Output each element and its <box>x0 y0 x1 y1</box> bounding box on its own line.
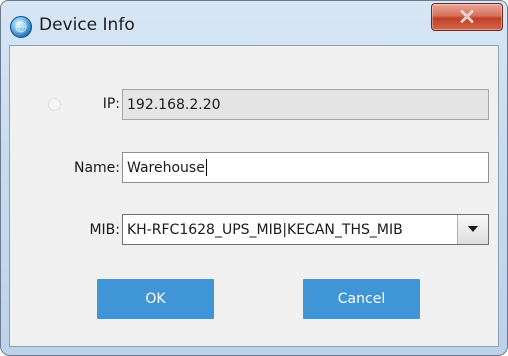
mib-label: MIB: <box>89 222 120 238</box>
mib-select[interactable]: KH-RFC1628_UPS_MIB|KECAN_THS_MIB <box>122 214 489 245</box>
dialog-body: IP: 192.168.2.20 Name: Warehouse MIB: KH… <box>9 45 499 347</box>
radio-icon <box>48 98 61 111</box>
title-bar[interactable]: Device Info <box>1 1 507 45</box>
chevron-down-icon <box>468 226 478 232</box>
app-globe-icon <box>10 16 32 38</box>
name-input[interactable]: Warehouse <box>122 152 489 183</box>
device-info-dialog: Device Info IP: 192.168.2.20 Name: Wareh… <box>0 0 508 356</box>
ip-field[interactable]: 192.168.2.20 <box>122 89 489 120</box>
dropdown-button[interactable] <box>457 215 488 244</box>
ip-label: IP: <box>102 96 120 112</box>
close-button[interactable] <box>431 3 503 31</box>
name-label: Name: <box>73 160 120 176</box>
name-value: Warehouse <box>127 159 205 176</box>
ip-value: 192.168.2.20 <box>127 96 221 113</box>
mib-value: KH-RFC1628_UPS_MIB|KECAN_THS_MIB <box>127 221 403 238</box>
close-icon <box>460 10 474 23</box>
window-title: Device Info <box>39 15 135 35</box>
text-caret <box>205 159 207 176</box>
cancel-button[interactable]: Cancel <box>303 279 420 319</box>
ok-button[interactable]: OK <box>97 279 214 319</box>
